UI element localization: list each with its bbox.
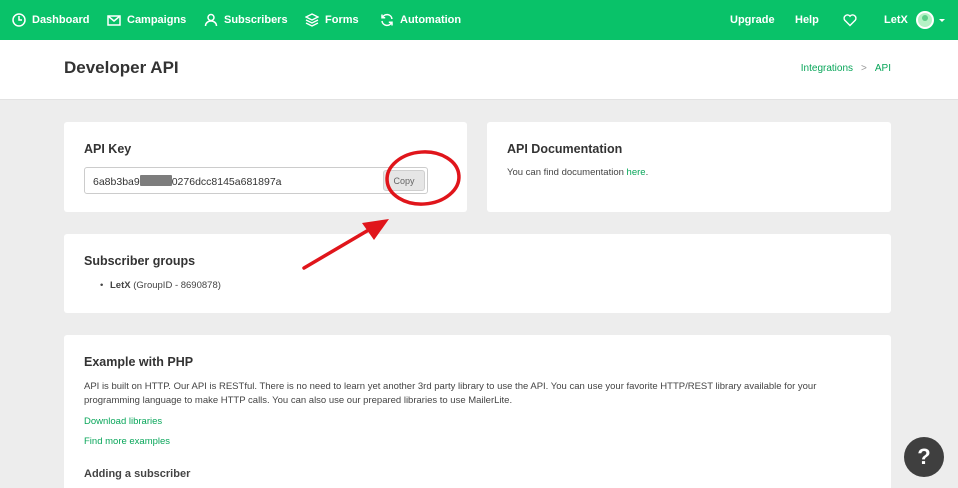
api-docs-card: API Documentation You can find documenta… <box>487 122 891 212</box>
chevron-down-icon <box>938 19 945 22</box>
api-key-input[interactable]: 6a8b3ba9 0276dcc8145a681897a Copy <box>84 167 428 194</box>
api-docs-text: You can find documentation here. <box>507 167 648 178</box>
nav-forms[interactable]: Forms <box>305 0 359 40</box>
user-name: LetX <box>884 14 908 26</box>
nav-subscribers-label: Subscribers <box>224 14 288 26</box>
nav-automation[interactable]: Automation <box>380 0 461 40</box>
api-key-value-suffix: 0276dcc8145a681897a <box>171 176 282 188</box>
group-name: LetX <box>110 280 131 291</box>
user-icon <box>204 13 218 27</box>
breadcrumb-integrations[interactable]: Integrations <box>801 63 853 74</box>
subscriber-groups-title: Subscriber groups <box>84 254 196 268</box>
api-docs-title: API Documentation <box>507 142 623 156</box>
api-key-value[interactable]: 6a8b3ba9 0276dcc8145a681897a <box>93 175 282 188</box>
php-example-title: Example with PHP <box>84 355 194 369</box>
php-example-card: Example with PHP API is built on HTTP. O… <box>64 335 891 488</box>
user-menu[interactable]: LetX <box>884 0 946 40</box>
download-libraries-link[interactable]: Download libraries <box>84 416 162 427</box>
envelope-icon <box>107 15 121 26</box>
nav-campaigns[interactable]: Campaigns <box>107 0 186 40</box>
list-item: LetX (GroupID - 8690878) <box>100 280 221 291</box>
find-examples-link[interactable]: Find more examples <box>84 436 170 447</box>
nav-dashboard-label: Dashboard <box>32 14 90 26</box>
copy-button[interactable]: Copy <box>383 170 425 191</box>
dashboard-icon <box>12 13 26 27</box>
refresh-icon <box>381 13 393 27</box>
api-key-card: API Key 6a8b3ba9 0276dcc8145a681897a Copy <box>64 122 467 212</box>
group-detail: (GroupID - 8690878) <box>133 280 221 291</box>
nav-upgrade-label: Upgrade <box>730 14 775 26</box>
subscriber-groups-card: Subscriber groups LetX (GroupID - 869087… <box>64 234 891 313</box>
api-key-title: API Key <box>84 142 132 156</box>
layers-icon <box>305 13 319 27</box>
page-title: Developer API <box>64 58 179 77</box>
nav-dashboard[interactable]: Dashboard <box>12 0 89 40</box>
api-docs-period: . <box>645 167 649 178</box>
nav-upgrade[interactable]: Upgrade <box>730 0 775 40</box>
heart-icon <box>843 14 857 27</box>
nav-help[interactable]: Help <box>795 0 819 40</box>
nav-automation-label: Automation <box>400 14 462 26</box>
php-description-line-1: API is built on HTTP. Our API is RESTful… <box>84 381 817 392</box>
php-description-line-2: programming language to make HTTP calls.… <box>84 395 513 406</box>
nav-forms-label: Forms <box>325 14 359 26</box>
top-nav: Dashboard Campaigns Subscribers Forms Au… <box>0 0 958 40</box>
api-key-value-prefix: 6a8b3ba9 <box>93 176 140 188</box>
adding-subscriber-heading: Adding a subscriber <box>84 468 191 480</box>
nav-subscribers[interactable]: Subscribers <box>204 0 288 40</box>
page-header: Developer API Integrations > API <box>0 40 958 100</box>
avatar <box>915 11 934 29</box>
help-button[interactable]: ? <box>904 437 944 477</box>
breadcrumb-api[interactable]: API <box>875 63 891 74</box>
php-description: API is built on HTTP. Our API is RESTful… <box>84 380 874 408</box>
breadcrumb-separator: > <box>861 63 867 74</box>
redacted-block <box>139 175 172 186</box>
api-docs-text-prefix: You can find documentation <box>507 167 624 178</box>
breadcrumb: Integrations > API <box>801 63 891 74</box>
api-docs-link[interactable]: here <box>627 167 646 178</box>
nav-campaigns-label: Campaigns <box>127 14 187 26</box>
nav-help-label: Help <box>795 14 819 26</box>
nav-favorites[interactable] <box>843 0 857 40</box>
